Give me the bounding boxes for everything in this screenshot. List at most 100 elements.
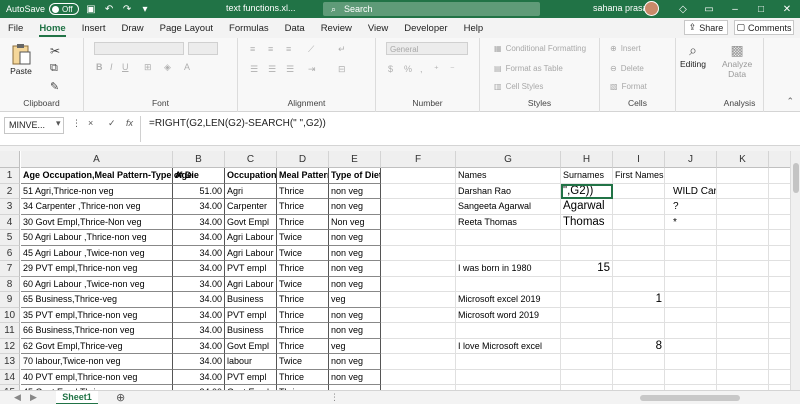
cell-h5[interactable]	[561, 230, 613, 246]
cell-l10[interactable]	[769, 308, 790, 323]
cell-d2[interactable]: Thrice	[277, 183, 329, 199]
cell-b2[interactable]: 51.00	[173, 183, 225, 199]
undo-icon[interactable]: ↶	[103, 3, 115, 15]
cell-j7[interactable]	[665, 261, 717, 277]
cell-d10[interactable]: Thrice	[277, 307, 329, 323]
tab-home[interactable]: Home	[31, 18, 73, 38]
editing-button[interactable]: ⌕ Editing	[680, 42, 706, 69]
cell-i5[interactable]	[613, 230, 665, 246]
format-cells-button[interactable]: ▧ Format	[610, 82, 647, 91]
name-box[interactable]: MINVE...	[4, 117, 64, 134]
analyze-data-button[interactable]: ▩ Analyze Data	[722, 42, 752, 79]
cell-a2[interactable]: 51 Agri,Thrice-non veg	[21, 183, 173, 199]
cell-b3[interactable]: 34.00	[173, 199, 225, 215]
cell-f12[interactable]	[381, 338, 456, 354]
cell-c4[interactable]: Govt Empl	[225, 214, 277, 230]
cell-c11[interactable]: Business	[225, 323, 277, 339]
italic-icon[interactable]: I	[110, 62, 113, 72]
font-size-box[interactable]	[188, 42, 218, 55]
autosave-control[interactable]: AutoSave Off	[6, 3, 80, 15]
add-sheet-icon[interactable]: ⊕	[116, 391, 125, 404]
cell-f13[interactable]	[381, 354, 456, 370]
cell-l7[interactable]	[769, 261, 790, 277]
cell-l1[interactable]	[769, 168, 790, 184]
cell-f8[interactable]	[381, 276, 456, 292]
cell-d12[interactable]: Thrice	[277, 338, 329, 354]
cell-g4[interactable]: Reeta Thomas	[456, 214, 561, 230]
cell-h10[interactable]	[561, 307, 613, 323]
cell-l5[interactable]	[769, 230, 790, 246]
paste-button[interactable]: Paste	[10, 42, 32, 76]
cell-b6[interactable]: 34.00	[173, 245, 225, 261]
cell-c1[interactable]: Occupation	[225, 168, 277, 184]
cell-g9[interactable]: Microsoft excel 2019	[456, 292, 561, 308]
cell-g13[interactable]	[456, 354, 561, 370]
delete-cells-button[interactable]: ⊖ Delete	[610, 64, 644, 73]
cell-g3[interactable]: Sangeeta Agarwal	[456, 199, 561, 215]
cell-k13[interactable]	[717, 354, 769, 370]
cell-e11[interactable]: non veg	[329, 323, 381, 339]
cell-c3[interactable]: Carpenter	[225, 199, 277, 215]
cell-j10[interactable]	[665, 307, 717, 323]
cell-f6[interactable]	[381, 245, 456, 261]
column-header-a[interactable]: A	[21, 151, 173, 168]
cell-g14[interactable]	[456, 369, 561, 385]
cell-l3[interactable]	[769, 199, 790, 215]
row-header-12[interactable]: 12	[0, 338, 20, 354]
cell-l9[interactable]	[769, 292, 790, 308]
cell-d1[interactable]: Meal Pattern	[277, 168, 329, 184]
fill-color-icon[interactable]: ◈	[164, 62, 171, 73]
merge-icon[interactable]: ⊟	[338, 64, 346, 75]
cell-a4[interactable]: 30 Govt Empl,Thrice-Non veg	[21, 214, 173, 230]
cell-f7[interactable]	[381, 261, 456, 277]
cell-e1[interactable]: Type of Diet	[329, 168, 381, 184]
column-header-c[interactable]: C	[225, 151, 277, 168]
cell-e14[interactable]: non veg	[329, 369, 381, 385]
percent-icon[interactable]: %	[404, 64, 412, 74]
cell-a6[interactable]: 45 Agri Labour ,Twice-non veg	[21, 245, 173, 261]
cell-g11[interactable]	[456, 323, 561, 339]
column-header-f[interactable]: F	[381, 151, 456, 168]
cell-c2[interactable]: Agri	[225, 183, 277, 199]
formula-input[interactable]: =RIGHT(G2,LEN(G2)-SEARCH(" ",G2))	[140, 116, 798, 142]
cell-h9[interactable]	[561, 292, 613, 308]
cell-g8[interactable]	[456, 276, 561, 292]
cell-k2[interactable]	[717, 183, 769, 199]
cell-k3[interactable]	[717, 199, 769, 215]
cell-k9[interactable]	[717, 292, 769, 308]
cell-h11[interactable]	[561, 323, 613, 339]
column-header-i[interactable]: I	[613, 151, 665, 168]
name-box-dropdown-icon[interactable]: ▾	[56, 118, 61, 129]
avatar[interactable]	[644, 1, 659, 16]
cell-l12[interactable]	[769, 339, 790, 354]
cell-l11[interactable]	[769, 323, 790, 339]
cell-c10[interactable]: PVT empl	[225, 307, 277, 323]
cell-f11[interactable]	[381, 323, 456, 339]
cell-c14[interactable]: PVT empl	[225, 369, 277, 385]
cell-d14[interactable]: Thrice	[277, 369, 329, 385]
currency-icon[interactable]: $	[388, 64, 393, 74]
cell-d9[interactable]: Thrice	[277, 292, 329, 308]
cell-e7[interactable]: non veg	[329, 261, 381, 277]
cell-a5[interactable]: 50 Agri Labour ,Thrice-non veg	[21, 230, 173, 246]
cell-i12[interactable]: 8	[613, 338, 665, 354]
font-color-icon[interactable]: A	[184, 62, 190, 72]
cell-j1[interactable]	[665, 168, 717, 184]
cell-i1[interactable]: First Names	[613, 168, 665, 184]
cell-k7[interactable]	[717, 261, 769, 277]
cell-f14[interactable]	[381, 369, 456, 385]
cell-l6[interactable]	[769, 246, 790, 261]
cell-d5[interactable]: Twice	[277, 230, 329, 246]
cell-i7[interactable]	[613, 261, 665, 277]
cell-j12[interactable]	[665, 338, 717, 354]
tab-data[interactable]: Data	[277, 18, 313, 38]
save-icon[interactable]: ▣	[85, 3, 97, 15]
row-header-9[interactable]: 9	[0, 292, 20, 308]
tab-help[interactable]: Help	[456, 18, 492, 38]
cell-a3[interactable]: 34 Carpenter ,Thrice-non veg	[21, 199, 173, 215]
cell-d3[interactable]: Thrice	[277, 199, 329, 215]
font-name-box[interactable]	[94, 42, 184, 55]
cell-j8[interactable]	[665, 276, 717, 292]
tab-formulas[interactable]: Formulas	[221, 18, 277, 38]
tab-page-layout[interactable]: Page Layout	[152, 18, 221, 38]
